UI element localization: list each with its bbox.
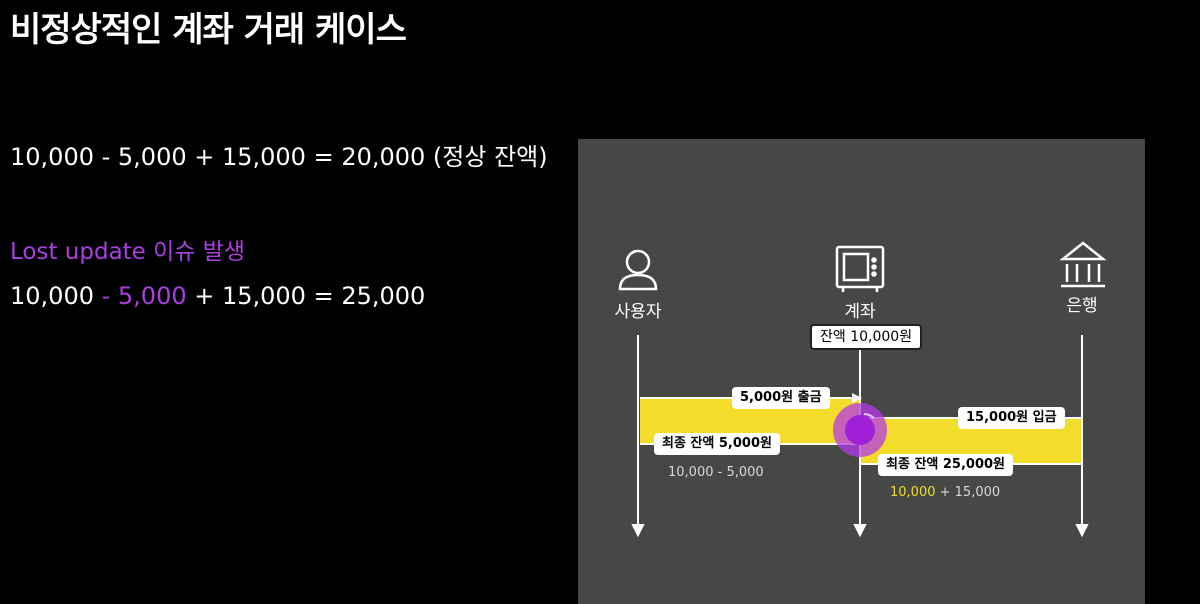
equation-part-end: + 15,000 = 25,000 [186,282,426,310]
bank-calculation: 10,000 + 15,000 [890,485,1000,500]
lost-update-equation: 10,000 - 5,000 + 15,000 = 25,000 [10,282,425,310]
page-title: 비정상적인 계좌 거래 케이스 [10,10,407,50]
account-label: 계좌 [844,302,876,322]
bank-timeline-arrow [1075,524,1089,538]
user-timeline-arrow [631,524,645,538]
diagram-graphics [618,241,1107,538]
bank-icon [1059,241,1107,288]
deposit-label: 15,000원 입금 [958,407,1065,429]
account-balance-badge: 잔액 10,000원 [810,324,923,350]
diagram-panel: 사용자 계좌 은행 잔액 10,000원 5,000원 출금 15,000원 입… [578,139,1145,604]
normal-equation: 10,000 - 5,000 + 15,000 = 20,000 (정상 잔액) [10,143,548,171]
user-final-balance: 최종 잔액 5,000원 [654,433,780,455]
safe-icon [835,245,885,292]
user-label: 사용자 [614,302,662,322]
collision-core [845,415,875,445]
bank-label: 은행 [1066,296,1098,316]
bank-final-balance: 최종 잔액 25,000원 [878,454,1014,476]
user-icon [618,249,658,291]
bank-calc-highlight: 10,000 [890,485,936,500]
user-calculation: 10,000 - 5,000 [668,465,764,480]
withdraw-label: 5,000원 출금 [732,387,830,409]
bank-calc-rest: + 15,000 [935,485,1001,500]
lost-update-heading: Lost update 이슈 발생 [10,239,246,265]
equation-part-start: 10,000 [10,282,102,310]
equation-part-lost: - 5,000 [101,282,187,310]
account-timeline-arrow [853,524,867,538]
